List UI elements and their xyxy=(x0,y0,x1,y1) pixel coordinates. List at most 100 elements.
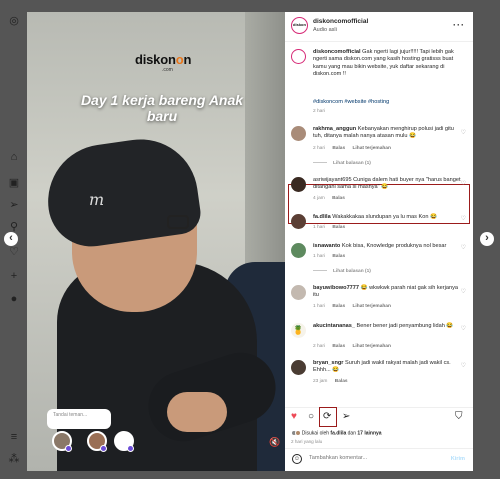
liked-by-user[interactable]: fa.dlila xyxy=(330,430,346,436)
translate-button[interactable]: Lihat terjemahan xyxy=(353,146,391,151)
post-comment-button[interactable]: Kirim xyxy=(451,456,465,462)
reply-button[interactable]: Balas xyxy=(332,304,345,309)
like-comment-icon[interactable]: ♡ xyxy=(461,129,466,136)
liked-by-and: dan xyxy=(347,430,356,437)
comment-username[interactable]: akucintananas_ xyxy=(313,323,355,329)
caption-avatar[interactable] xyxy=(291,49,306,64)
commenter-avatar[interactable] xyxy=(291,285,306,300)
like-comment-icon[interactable]: ♡ xyxy=(461,288,466,295)
comment-body: Wakakkakaa slundupan ya lu mas Kon 😂 xyxy=(332,214,437,220)
reels-icon[interactable]: ▣ xyxy=(7,176,21,190)
comment-age: 1 hari xyxy=(313,254,325,259)
post-details-panel: diskon diskoncomofficial Audio asli ··· … xyxy=(285,12,473,471)
add-comment-bar: ☺ Kirim xyxy=(285,448,473,471)
comment-text: bryan_sngr Suruh jadi wakil rakyat malah… xyxy=(313,360,461,375)
create-plus-icon[interactable]: + xyxy=(7,269,21,283)
next-post-arrow-icon[interactable]: › xyxy=(480,232,494,246)
tag-friends-tooltip[interactable]: Tandai teman... xyxy=(47,409,111,429)
previous-post-arrow-icon[interactable]: ‹ xyxy=(4,232,18,246)
reply-button[interactable]: Balas xyxy=(332,146,345,151)
profile-avatar-icon[interactable]: ● xyxy=(7,292,21,306)
send-icon[interactable]: ➢ xyxy=(7,198,21,212)
commenter-avatar[interactable] xyxy=(291,214,306,229)
tag-badge-icon xyxy=(127,445,134,452)
view-replies-button[interactable]: Lihat balasan (1) xyxy=(313,161,371,166)
caption-hashtags[interactable]: #diskoncom #website #hosting xyxy=(313,99,461,106)
comment-text: isnawanto Kok bisa, Knowledge produknya … xyxy=(313,243,461,250)
diskon-brand-logo: diskonon xyxy=(135,52,192,67)
emoji-icon[interactable]: ☺ xyxy=(292,454,302,464)
post-time-ago: 2 hari yang lalu xyxy=(291,439,323,444)
reply-button[interactable]: Balas xyxy=(332,196,345,201)
commenter-avatar[interactable] xyxy=(291,126,306,141)
speaker-muted-icon[interactable]: 🔇 xyxy=(269,437,280,448)
comment-input[interactable] xyxy=(309,455,439,461)
comment-meta: 1 hari Balas xyxy=(313,254,351,259)
caption-age: 2 hari xyxy=(313,109,325,114)
account-avatar[interactable]: diskon xyxy=(291,17,308,34)
commenter-avatar[interactable] xyxy=(291,177,306,192)
liked-by-count[interactable]: 17 lainnya xyxy=(357,430,381,436)
comment-username[interactable]: isnawanto xyxy=(313,243,340,249)
account-username[interactable]: diskoncomofficial xyxy=(313,18,368,25)
like-comment-icon[interactable]: ♡ xyxy=(461,244,466,251)
translate-button[interactable]: Lihat terjemahan xyxy=(353,344,391,349)
liker-avatar xyxy=(295,430,301,436)
comment-age: 1 hari xyxy=(313,304,325,309)
post-caption: diskoncomofficial Gak ngerti lagi jujur!… xyxy=(313,49,461,79)
comment-meta: 1 hari Balas Lihat terjemahan xyxy=(313,304,397,309)
comments-list[interactable]: diskoncomofficial Gak ngerti lagi jujur!… xyxy=(285,43,473,408)
comment-username[interactable]: fa.dlila xyxy=(313,214,331,220)
reply-button[interactable]: Balas xyxy=(332,254,345,259)
comment-text: asriwijayant695 Cuniga dalem hati buyer … xyxy=(313,177,461,192)
liked-by-summary[interactable]: Disukai oleh fa.dlila dan 17 lainnya xyxy=(291,430,382,436)
cap-logo: m xyxy=(89,190,105,209)
video-overlay-title: Day 1 kerja bareng Anak baru xyxy=(80,92,244,124)
liked-by-prefix: Disukai oleh xyxy=(301,430,330,437)
view-replies-button[interactable]: Lihat balasan (1) xyxy=(313,269,371,274)
comment-username[interactable]: bryan_sngr xyxy=(313,360,343,366)
menu-icon[interactable]: ≡ xyxy=(7,430,21,444)
reply-button[interactable]: Balas xyxy=(335,379,348,384)
comment-username[interactable]: asriwijayant695 xyxy=(313,177,352,183)
comment-text: rakhma_anggun Kebanyakan menghirup polus… xyxy=(313,126,461,141)
commenter-avatar[interactable] xyxy=(291,360,306,375)
pineapple-avatar-icon[interactable]: 🍍 xyxy=(291,323,306,338)
comment-icon[interactable]: ○ xyxy=(308,411,314,422)
repost-icon[interactable]: ⟳ xyxy=(323,411,331,422)
comment-meta: 1 hari Balas xyxy=(313,225,351,230)
more-options-icon[interactable]: ··· xyxy=(453,20,465,30)
translate-button[interactable]: Lihat terjemahan xyxy=(353,304,391,309)
like-comment-icon[interactable]: ♡ xyxy=(461,362,466,369)
post-actions: ♥ ○ ⟳ ➢ ⛉ Disukai oleh fa.dlila dan 17 l… xyxy=(285,407,473,447)
comment-body: Bener bener jadi penyambung lidah 😂 xyxy=(356,323,454,329)
like-heart-icon[interactable]: ♥ xyxy=(291,411,297,422)
commenter-avatar[interactable] xyxy=(291,243,306,258)
tag-badge-icon xyxy=(100,445,107,452)
reply-button[interactable]: Balas xyxy=(332,344,345,349)
reply-button[interactable]: Balas xyxy=(332,225,345,230)
comment-text: fa.dlila Wakakkakaa slundupan ya lu mas … xyxy=(313,214,461,221)
comment-username[interactable]: rakhma_anggun xyxy=(313,126,356,132)
reel-video[interactable]: m diskonon .com Day 1 kerja bareng Anak … xyxy=(27,12,285,471)
video-person-glasses xyxy=(167,215,189,229)
instagram-logo-icon[interactable]: ◎ xyxy=(7,14,21,28)
notifications-heart-icon[interactable]: ♡ xyxy=(7,245,21,259)
caption-username[interactable]: diskoncomofficial xyxy=(313,49,361,55)
comment-meta: 2 hari Balas Lihat terjemahan xyxy=(313,344,397,349)
brand-domain: .com xyxy=(162,67,173,73)
meta-apps-icon[interactable]: ⁂ xyxy=(7,452,21,466)
audio-label[interactable]: Audio asli xyxy=(313,27,337,33)
share-icon[interactable]: ➢ xyxy=(342,411,350,422)
comment-meta: 2 hari Balas Lihat terjemahan xyxy=(313,146,397,151)
home-icon[interactable]: ⌂ xyxy=(7,150,21,164)
post-header: diskon diskoncomofficial Audio asli ··· xyxy=(285,12,473,42)
like-comment-icon[interactable]: ♡ xyxy=(461,215,466,222)
comment-age: 1 hari xyxy=(313,225,325,230)
like-comment-icon[interactable]: ♡ xyxy=(461,325,466,332)
save-bookmark-icon[interactable]: ⛉ xyxy=(455,411,463,422)
comment-text: bayuwibowo7777 😂 wkwkwk parah niat gak s… xyxy=(313,285,461,300)
comment-text: akucintananas_ Bener bener jadi penyambu… xyxy=(313,323,461,330)
comment-username[interactable]: bayuwibowo7777 xyxy=(313,285,359,291)
like-comment-icon[interactable]: ♡ xyxy=(461,180,466,187)
